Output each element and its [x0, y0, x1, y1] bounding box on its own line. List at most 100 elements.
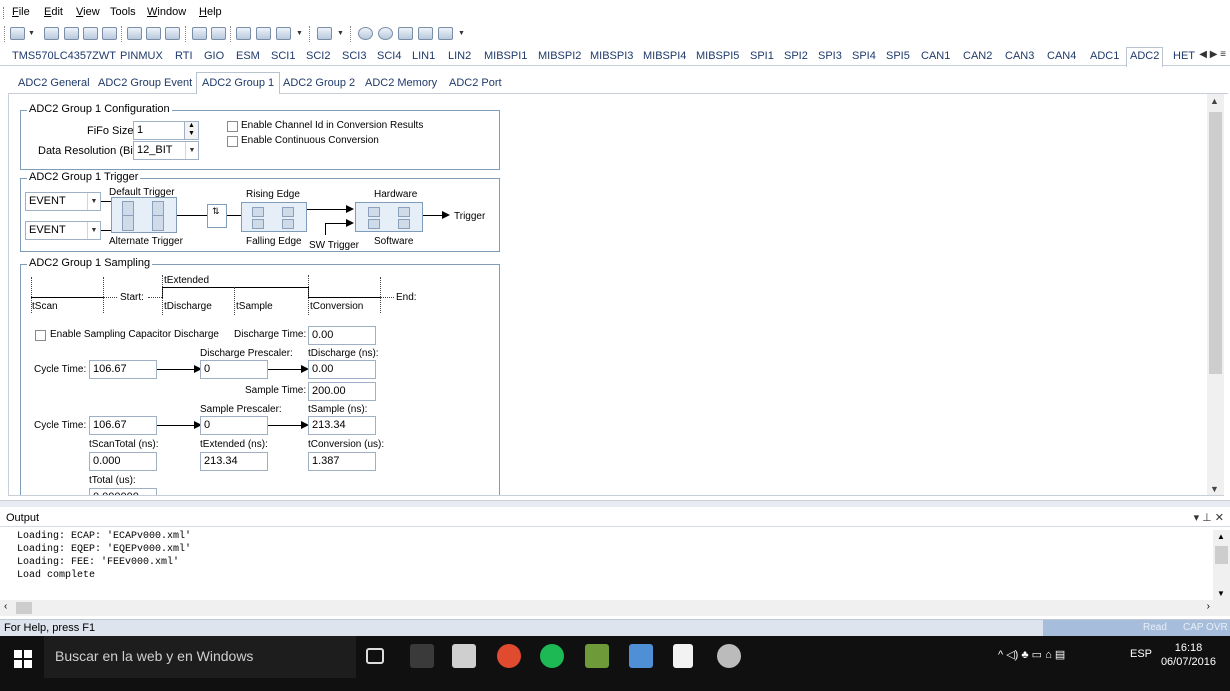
- spotify-icon[interactable]: [540, 644, 564, 668]
- export-icon[interactable]: [256, 27, 271, 40]
- chevron-down-icon[interactable]: ▼: [458, 30, 465, 37]
- output-vertical-scrollbar[interactable]: ▲ ▼: [1213, 530, 1230, 600]
- window-icon[interactable]: [276, 27, 291, 40]
- tab-het[interactable]: HET: [1173, 50, 1195, 62]
- tab-mibspi3[interactable]: MIBSPI3: [590, 50, 633, 62]
- tconversion-us-input[interactable]: 1.387: [308, 452, 376, 471]
- tab-sci1[interactable]: SCI1: [271, 50, 295, 62]
- calculator-icon[interactable]: [629, 644, 653, 668]
- tab-sci3[interactable]: SCI3: [342, 50, 366, 62]
- tab-adc2-group-1[interactable]: ADC2 Group 1: [196, 72, 281, 95]
- tab-adc2-group-2[interactable]: ADC2 Group 2: [283, 77, 355, 89]
- tab-scroll-arrows-icon[interactable]: ◀ ▶ ≡: [1199, 49, 1226, 60]
- tscantotal-input[interactable]: 0.000: [89, 452, 157, 471]
- chevron-down-icon[interactable]: ▼: [337, 30, 344, 37]
- discharge-prescaler-input[interactable]: 0: [200, 360, 268, 379]
- data-resolution-select[interactable]: 12_BIT ▼: [133, 141, 199, 160]
- tab-can3[interactable]: CAN3: [1005, 50, 1034, 62]
- discharge-time-input[interactable]: 0.00: [308, 326, 376, 345]
- scroll-down-icon[interactable]: ▼: [1210, 484, 1219, 494]
- undo-icon[interactable]: [192, 27, 207, 40]
- close-doc-icon[interactable]: [398, 27, 413, 40]
- menu-window[interactable]: Window: [147, 6, 186, 18]
- cycle-time-input-1[interactable]: 106.67: [89, 360, 157, 379]
- tab-adc2-memory[interactable]: ADC2 Memory: [365, 77, 437, 89]
- scrollbar-thumb[interactable]: [1209, 112, 1222, 374]
- scroll-up-icon[interactable]: ▲: [1210, 96, 1219, 106]
- tdischarge-ns-input[interactable]: 0.00: [308, 360, 376, 379]
- panel-scrollbar[interactable]: ▲ ▼: [1207, 94, 1224, 495]
- enable-discharge-checkbox[interactable]: [35, 330, 46, 341]
- tab-adc1[interactable]: ADC1: [1090, 50, 1119, 62]
- fifo-size-stepper[interactable]: ▲ ▼: [184, 121, 199, 140]
- cycle-time-input-2[interactable]: 106.67: [89, 416, 157, 435]
- tab-can4[interactable]: CAN4: [1047, 50, 1076, 62]
- chevron-down-icon[interactable]: ▼: [28, 30, 35, 37]
- scrollbar-thumb[interactable]: [16, 602, 32, 614]
- textended-ns-input[interactable]: 213.34: [200, 452, 268, 471]
- tab-can2[interactable]: CAN2: [963, 50, 992, 62]
- tab-spi5[interactable]: SPI5: [886, 50, 910, 62]
- open-folder-icon[interactable]: [64, 27, 79, 40]
- tab-lin1[interactable]: LIN1: [412, 50, 435, 62]
- back-icon[interactable]: [358, 27, 373, 40]
- tab-mibspi1[interactable]: MIBSPI1: [484, 50, 527, 62]
- save-all-icon[interactable]: [102, 27, 117, 40]
- chevron-down-icon[interactable]: ▼: [87, 222, 100, 239]
- document-icon[interactable]: [673, 644, 693, 668]
- tab-mibspi2[interactable]: MIBSPI2: [538, 50, 581, 62]
- new-project-icon[interactable]: [10, 27, 25, 40]
- tab-sci4[interactable]: SCI4: [377, 50, 401, 62]
- menu-view[interactable]: View: [76, 6, 100, 18]
- tab-spi2[interactable]: SPI2: [784, 50, 808, 62]
- windows-start-icon[interactable]: [14, 650, 32, 668]
- paste-icon[interactable]: [165, 27, 180, 40]
- tab-can1[interactable]: CAN1: [921, 50, 950, 62]
- tab-spi1[interactable]: SPI1: [750, 50, 774, 62]
- sample-prescaler-input[interactable]: 0: [200, 416, 268, 435]
- app-icon[interactable]: [410, 644, 434, 668]
- tsample-ns-input[interactable]: 213.34: [308, 416, 376, 435]
- tab-adc2-port[interactable]: ADC2 Port: [449, 77, 502, 89]
- layers-icon[interactable]: [317, 27, 332, 40]
- menu-tools[interactable]: Tools: [110, 6, 136, 18]
- tab-pinmux[interactable]: PINMUX: [120, 50, 163, 62]
- halcogen-icon[interactable]: [717, 644, 741, 668]
- tab-tms570lc4357zwt[interactable]: TMS570LC4357ZWT: [12, 50, 116, 62]
- tab-mibspi4[interactable]: MIBSPI4: [643, 50, 686, 62]
- menu-help[interactable]: Help: [199, 6, 222, 18]
- tray-icons[interactable]: ^ ◁) ♣ ▭ ⌂ ▤: [998, 648, 1065, 661]
- tab-mibspi5[interactable]: MIBSPI5: [696, 50, 739, 62]
- clock[interactable]: 16:18 06/07/2016: [1161, 641, 1216, 669]
- chrome-icon[interactable]: [497, 644, 521, 668]
- scroll-down-icon[interactable]: ▼: [1217, 589, 1225, 598]
- chevron-down-icon[interactable]: ▼: [185, 142, 198, 159]
- save-icon[interactable]: [83, 27, 98, 40]
- tab-adc2-general[interactable]: ADC2 General: [18, 77, 90, 89]
- pane-splitter[interactable]: [0, 500, 1230, 507]
- trigger-select-1[interactable]: EVENT ▼: [25, 192, 101, 211]
- tab-sci2[interactable]: SCI2: [306, 50, 330, 62]
- chevron-down-icon[interactable]: ▼: [296, 30, 303, 37]
- trigger-select-2[interactable]: EVENT ▼: [25, 221, 101, 240]
- continuous-conversion-checkbox[interactable]: [227, 136, 238, 147]
- tab-lin2[interactable]: LIN2: [448, 50, 471, 62]
- generate-code-icon[interactable]: [236, 27, 251, 40]
- scroll-left-icon[interactable]: ‹: [4, 601, 7, 612]
- tab-gio[interactable]: GIO: [204, 50, 224, 62]
- tab-adc2[interactable]: ADC2: [1126, 47, 1164, 67]
- scrollbar-thumb[interactable]: [1215, 546, 1228, 564]
- chevron-down-icon[interactable]: ▼: [87, 193, 100, 210]
- cut-icon[interactable]: [127, 27, 142, 40]
- taskbar-search[interactable]: Buscar en la web y en Windows: [44, 636, 356, 678]
- sample-time-input[interactable]: 200.00: [308, 382, 376, 401]
- redo-icon[interactable]: [211, 27, 226, 40]
- tab-adc2-group-event[interactable]: ADC2 Group Event: [98, 77, 192, 89]
- task-view-icon[interactable]: [366, 648, 384, 664]
- output-horizontal-scrollbar[interactable]: ‹ ›: [0, 600, 1230, 616]
- refresh-icon[interactable]: [418, 27, 433, 40]
- scroll-right-icon[interactable]: ›: [1207, 601, 1210, 612]
- tab-spi4[interactable]: SPI4: [852, 50, 876, 62]
- cube-app-icon[interactable]: [452, 644, 476, 668]
- ttotal-input[interactable]: 0.000000: [89, 488, 157, 495]
